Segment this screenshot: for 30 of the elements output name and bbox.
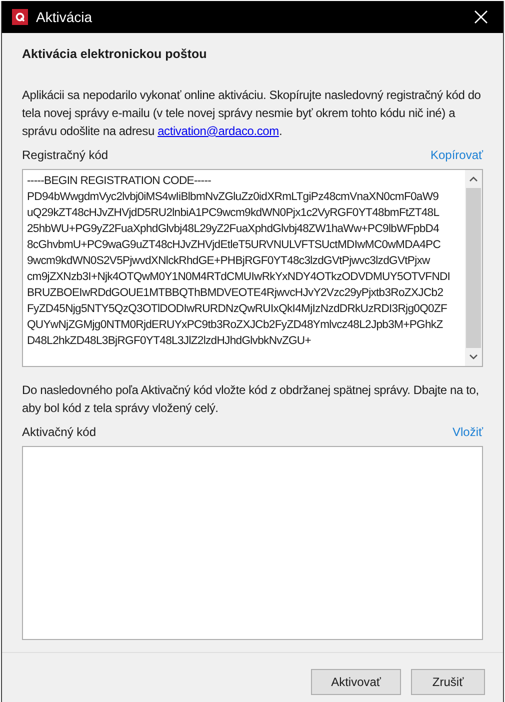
scroll-thumb[interactable]	[466, 188, 481, 348]
app-logo-icon	[12, 9, 28, 25]
code-line: -----BEGIN REGISTRATION CODE-----	[27, 174, 212, 189]
code-line: QUYwNjZGMjg0NTM0RjdERUYxPC9tb3RoZXJCb2FyZD48Ymlvcz48L2Jpb3M+PGhkZ	[27, 318, 444, 333]
scrollbar[interactable]	[465, 170, 482, 366]
scroll-down-icon[interactable]	[469, 354, 478, 360]
dialog-button[interactable]: Aktivovať	[311, 669, 401, 696]
code-line: D48L2hkZD48L3BjRGF0YT48L3JlZ2lzdHJhdGlvbkNvZGU+	[27, 334, 312, 349]
code-line: 9wcm9kdWN0S2V5PjwvdXNlckRhdGE+PHBjRGF0YT48c3lzdGVtPjwvc3lzdGVtPjxw	[27, 254, 432, 269]
paste-link[interactable]: Vložiť	[452, 422, 483, 441]
field-label: Registračný kód	[22, 146, 108, 164]
code-line: 8cGhvbmU+PC9waG9uZT48cHJvZHVjdEtleT5URVNULVFTSUctMDIwMC0wMDA4PC	[27, 238, 442, 253]
registration-code-field[interactable]	[22, 168, 483, 367]
code-line: 25hbWU+PG9yZ2FuaXphdGlvbj48L29yZ2FuaXphdGlvbj48ZW1haWw+PC9lbWFpbD4	[27, 222, 440, 237]
code-line: uQ29kZT48cHJvZHVjdD5RU2lnbiA1PC9wcm9kdWN0Pjx1c2VyRGF0YT48bmFtZT48L	[27, 206, 440, 221]
code-line: cm9jZXNzb3I+Njk4OTQwM0Y1N0M4RTdCMUIwRkYxNDY4OTkzODVDMUY5OTVFNDI	[27, 270, 452, 285]
email-link[interactable]: activation@ardaco.com	[158, 124, 279, 138]
intro-paragraph: Aplikácii sa nepodarilo vykonať online aktiváciu. Skopírujte nasledovný registračný kód do tela novej správy e-mailu (v tele novej správy nesmie byť okrem tohto kódu nič iné) a správu odošlite na adresu activation@ardaco.com.	[22, 86, 482, 140]
code-line: FyZD45Njg5NTY5QzQ3OTlDODIwRURDNzQwRUIxQkI4MjIzNzdDRkUzRDI3Rjg0Q0ZF	[27, 302, 448, 317]
code-line: BRUZBOEIwRDdGOUE1MTBBQThBMDVEOTE4RjwvcHJvY2Vzc29yPjxtb3RoZXJCb2	[27, 286, 444, 301]
dialog-button[interactable]: Zrušiť	[411, 669, 485, 696]
section-heading: Aktivácia elektronickou poštou	[22, 46, 208, 63]
copy-link[interactable]: Kopírovať	[430, 146, 483, 164]
code-line: PD94bWwgdmVyc2lvbj0iMS4wIiBlbmNvZGluZz0idXRmLTgiPz48cmVnaXN0cmF0aW9	[27, 190, 440, 205]
window-title: Aktivácia	[36, 8, 92, 26]
close-icon[interactable]	[474, 10, 488, 24]
activation-code-field[interactable]	[22, 446, 483, 640]
instruction-text: Do nasledovného poľa Aktivačný kód vložte kód z obdržanej spätnej správy. Dbajte na to, aby bol kód z tela správy vložený celý.	[22, 382, 480, 417]
field-label: Aktivačný kód	[22, 424, 96, 441]
scroll-up-icon[interactable]	[469, 176, 478, 182]
